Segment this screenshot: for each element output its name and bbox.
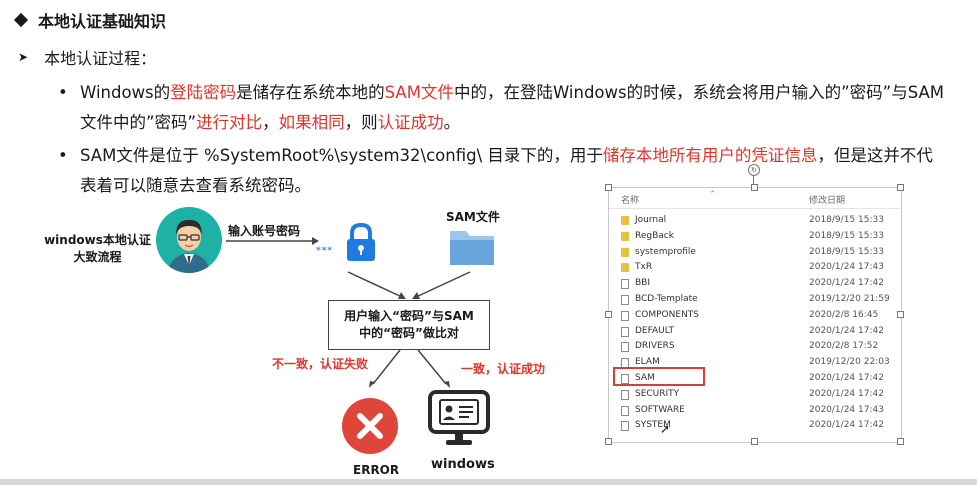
compare-line1: 用户输入“密码”与SAM xyxy=(344,309,474,323)
folder-icon xyxy=(621,216,629,225)
sort-chevron-icon: ⌃ xyxy=(709,190,717,200)
file-row[interactable]: SYSTEM 2020/1/24 17:42 xyxy=(609,418,901,434)
explorer-header: 名称 ⌃ 修改日期 xyxy=(609,188,901,209)
arrow-to-error xyxy=(372,349,401,385)
rotate-handle-icon[interactable]: ↻ xyxy=(748,164,760,176)
error-icon xyxy=(341,397,399,459)
file-date: 2020/1/24 17:42 xyxy=(809,373,884,383)
resize-handle[interactable] xyxy=(897,311,904,318)
compare-line2: 中的“密码”做比对 xyxy=(359,326,459,340)
file-date: 2018/9/15 15:33 xyxy=(809,230,884,241)
file-icon xyxy=(621,295,629,305)
folder-icon xyxy=(448,225,496,273)
file-name: BCD-Template xyxy=(635,294,698,304)
file-name: SOFTWARE xyxy=(635,404,685,415)
file-date: 2019/12/20 22:03 xyxy=(809,357,890,368)
resize-handle[interactable] xyxy=(897,184,904,191)
file-name: RegBack xyxy=(635,230,674,241)
file-row[interactable]: systemprofile 2018/9/15 15:33 xyxy=(609,245,901,261)
file-row[interactable]: SECURITY 2020/1/24 17:42 xyxy=(609,387,901,403)
file-row[interactable]: TxR 2020/1/24 17:43 xyxy=(609,260,901,276)
file-row[interactable]: SOFTWARE 2020/1/24 17:43 xyxy=(609,403,901,419)
file-date: 2018/9/15 15:33 xyxy=(809,215,884,225)
file-icon xyxy=(621,310,629,321)
file-date: 2020/1/24 17:42 xyxy=(809,325,884,336)
windows-label: windows xyxy=(431,457,495,472)
file-icon xyxy=(621,279,629,290)
file-row[interactable]: BCD-Template 2019/12/20 21:59 xyxy=(609,292,901,308)
file-date: 2020/1/24 17:43 xyxy=(809,262,884,273)
resize-handle[interactable] xyxy=(751,184,758,191)
file-date: 2020/1/24 17:42 xyxy=(809,420,884,431)
file-date: 2020/1/24 17:42 xyxy=(809,278,884,289)
column-date-header[interactable]: 修改日期 xyxy=(809,193,845,206)
bottom-bar xyxy=(0,479,977,485)
resize-handle[interactable] xyxy=(605,311,612,318)
lock-icon xyxy=(344,222,378,268)
fail-label: 不一致，认证失败 xyxy=(272,357,369,371)
success-label: 一致，认证成功 xyxy=(461,362,546,376)
resize-handle[interactable] xyxy=(897,438,904,445)
file-date: 2020/2/8 17:52 xyxy=(809,341,879,352)
file-icon xyxy=(621,421,629,432)
file-date: 2020/1/24 17:43 xyxy=(809,404,884,415)
compare-box: 用户输入“密码”与SAM 中的“密码”做比对 xyxy=(328,300,490,350)
arrow-sam-to-compare xyxy=(415,271,471,298)
file-row[interactable]: RegBack 2018/9/15 15:33 xyxy=(609,229,901,245)
file-icon xyxy=(621,326,629,337)
file-date: 2020/1/24 17:42 xyxy=(809,388,884,399)
file-row[interactable]: COMPONENTS 2020/2/8 16:45 xyxy=(609,308,901,324)
resize-handle[interactable] xyxy=(605,438,612,445)
file-row[interactable]: DEFAULT 2020/1/24 17:42 xyxy=(609,324,901,340)
file-name: COMPONENTS xyxy=(635,309,700,320)
file-name: TxR xyxy=(635,262,653,273)
file-row[interactable]: Journal 2018/9/15 15:33 xyxy=(609,213,901,229)
mouse-cursor-icon: ➚ xyxy=(660,422,671,436)
arrow-lock-to-compare xyxy=(347,271,403,298)
computer-monitor-icon xyxy=(428,390,490,452)
column-name-header[interactable]: 名称 xyxy=(621,193,639,206)
file-date: 2020/2/8 16:45 xyxy=(809,309,879,320)
folder-icon xyxy=(621,231,629,241)
file-name: DEFAULT xyxy=(635,325,674,336)
password-dots: *** xyxy=(316,246,334,256)
file-row[interactable]: BBI 2020/1/24 17:42 xyxy=(609,276,901,292)
file-name: SECURITY xyxy=(635,388,680,399)
rotate-handle-stem xyxy=(753,175,754,184)
folder-icon xyxy=(621,263,629,273)
file-name: ELAM xyxy=(635,357,660,368)
file-icon xyxy=(621,405,629,416)
file-date: 2019/12/20 21:59 xyxy=(809,294,890,304)
file-date: 2018/9/15 15:33 xyxy=(809,246,884,257)
error-label: ERROR xyxy=(353,463,400,477)
file-row[interactable]: DRIVERS 2020/2/8 17:52 xyxy=(609,339,901,355)
file-icon xyxy=(621,389,629,400)
file-name: Journal xyxy=(635,215,667,225)
sam-file-label: SAM文件 xyxy=(446,210,500,224)
arrow-to-windows xyxy=(417,349,447,385)
resize-handle[interactable] xyxy=(751,438,758,445)
file-name: BBI xyxy=(635,278,651,289)
sam-highlight-box xyxy=(613,367,705,386)
resize-handle[interactable] xyxy=(605,184,612,191)
folder-icon xyxy=(621,247,629,257)
file-explorer-list: 名称 ⌃ 修改日期 Journal 2018/9/15 15:33 RegBack 2… xyxy=(608,187,902,443)
file-icon xyxy=(621,342,629,353)
file-name: DRIVERS xyxy=(635,341,675,352)
file-name: systemprofile xyxy=(635,246,696,257)
